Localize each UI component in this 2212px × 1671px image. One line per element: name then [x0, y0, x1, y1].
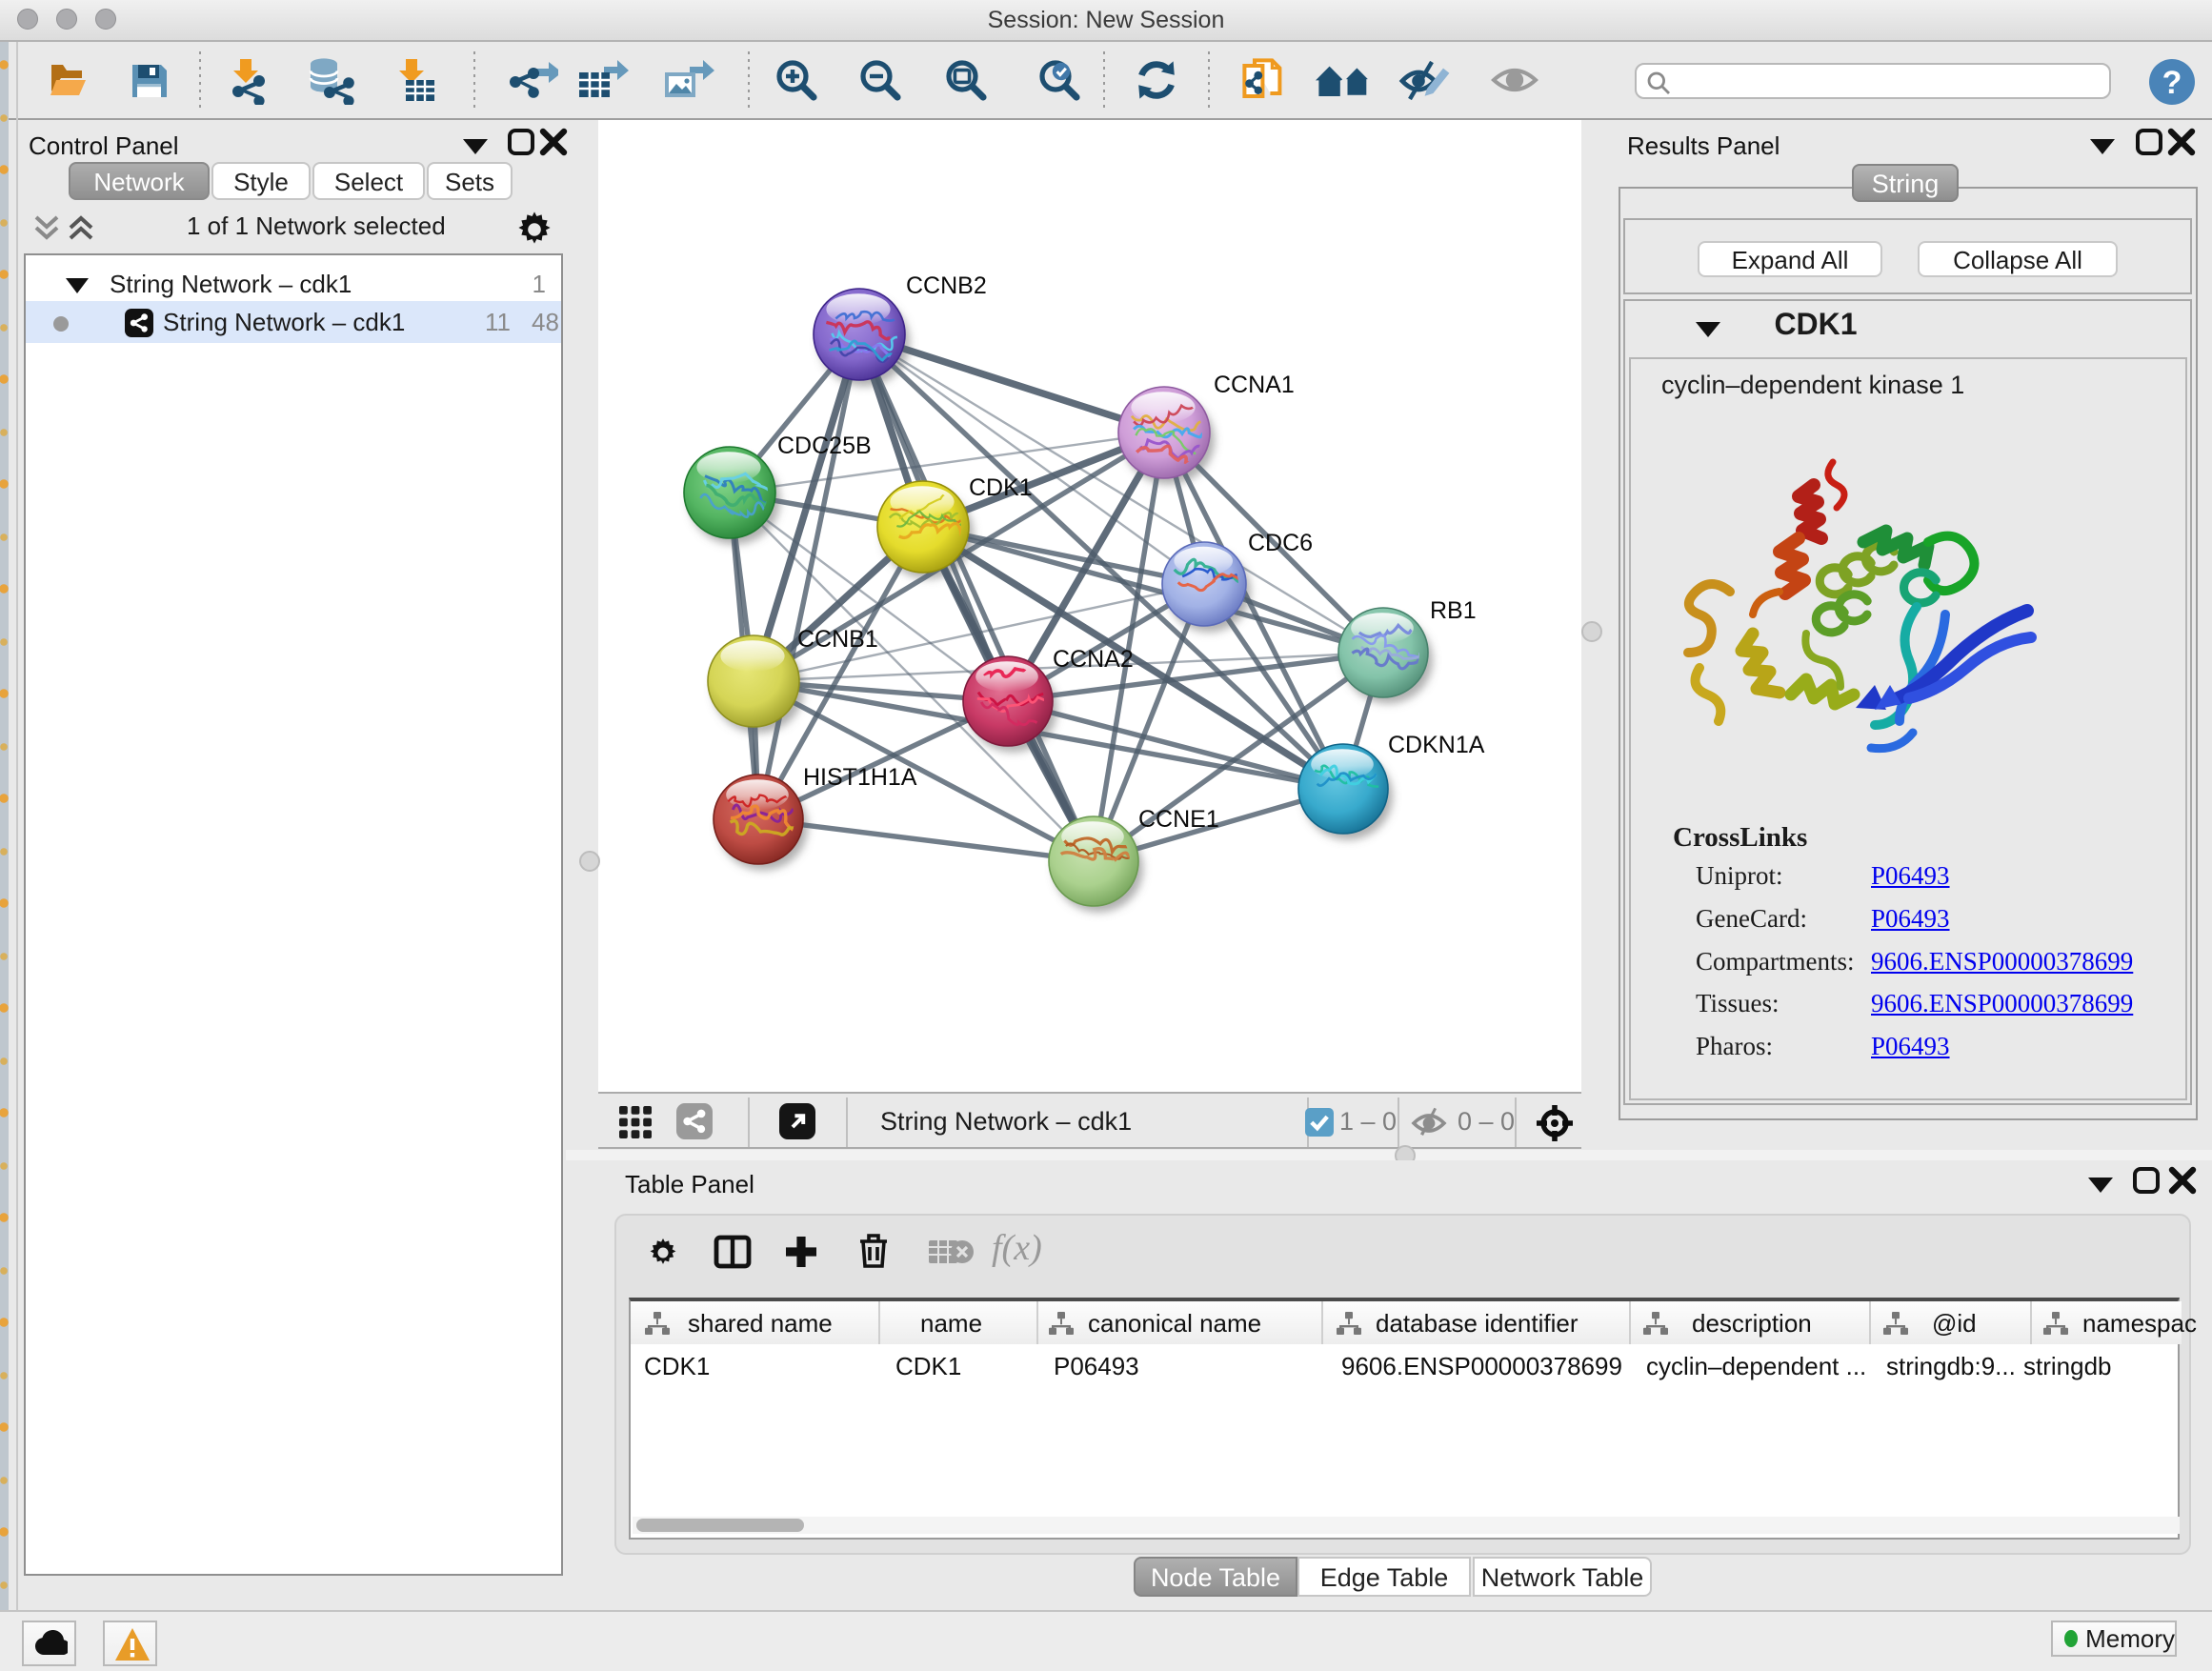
svg-text:HIST1H1A: HIST1H1A	[803, 764, 917, 791]
svg-text:CCNA1: CCNA1	[1214, 372, 1295, 398]
svg-text:CCNA2: CCNA2	[1053, 646, 1134, 673]
svg-text:CCNE1: CCNE1	[1138, 806, 1219, 833]
svg-text:CCNB2: CCNB2	[906, 272, 987, 299]
svg-text:CDC25B: CDC25B	[777, 433, 872, 459]
svg-text:CCNB1: CCNB1	[797, 626, 878, 653]
svg-text:CDK1: CDK1	[969, 474, 1033, 501]
svg-text:CDC6: CDC6	[1248, 530, 1313, 556]
svg-text:?: ?	[2162, 65, 2182, 101]
svg-text:CDKN1A: CDKN1A	[1388, 732, 1485, 758]
svg-text:RB1: RB1	[1430, 597, 1477, 624]
